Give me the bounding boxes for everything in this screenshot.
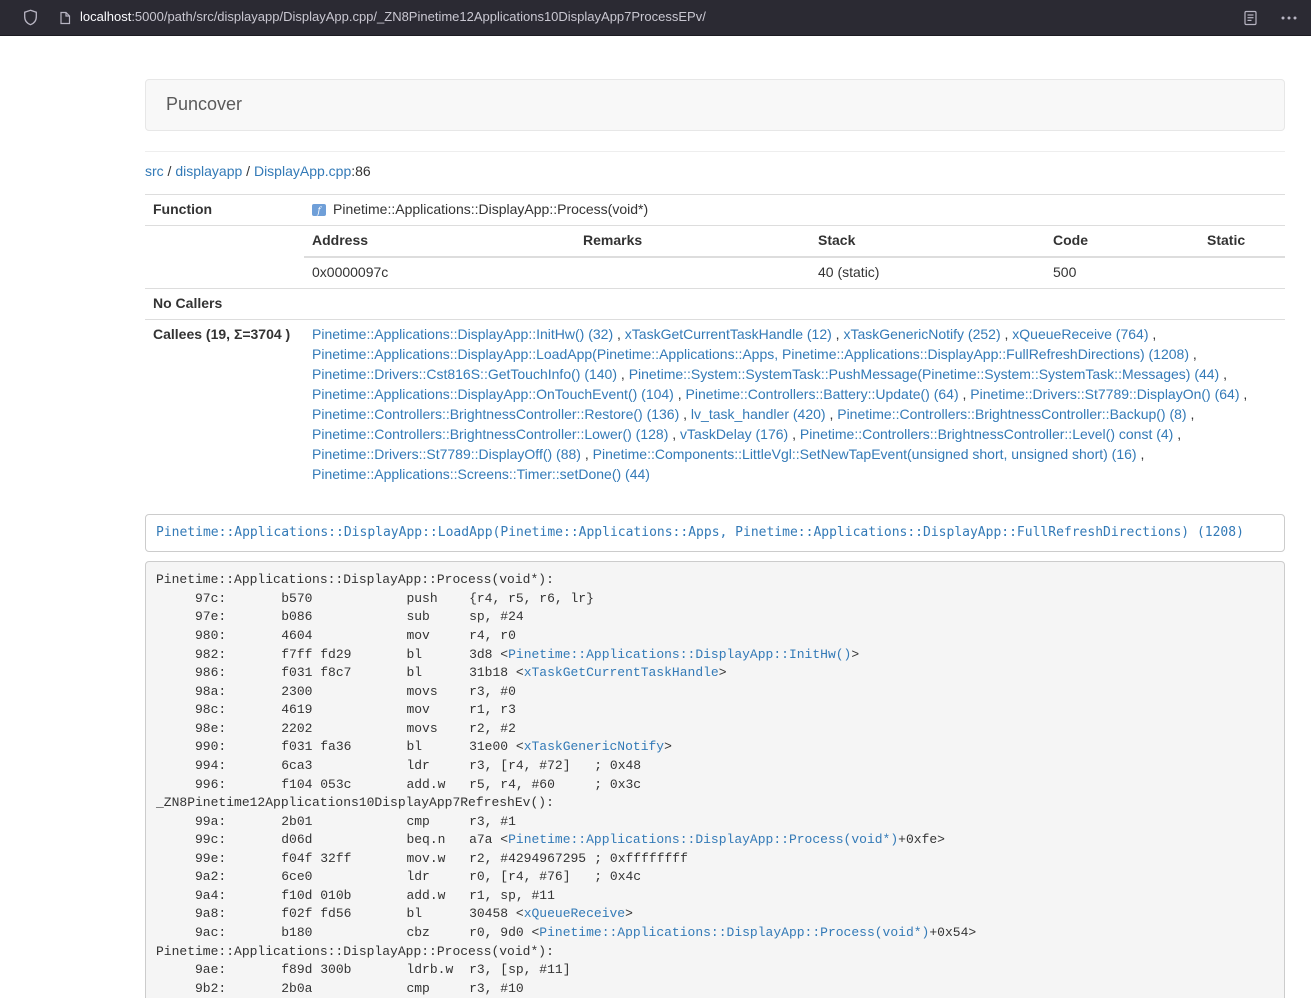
stats-header-row: Address Remarks Stack Code Static [304,226,1285,257]
symbol-link[interactable]: xQueueReceive [524,906,625,921]
callee-link[interactable]: Pinetime::Controllers::Battery::Update()… [686,386,959,402]
no-callers-cell [304,288,1285,319]
browser-toolbar: localhost:5000/path/src/displayapp/Displ… [0,0,1311,36]
function-name: Pinetime::Applications::DisplayApp::Proc… [333,201,648,217]
symbol-link[interactable]: xTaskGetCurrentTaskHandle [524,665,719,680]
callee-link[interactable]: Pinetime::System::SystemTask::PushMessag… [629,366,1220,382]
breadcrumb-link-src[interactable]: src [145,163,164,179]
callee-link[interactable]: Pinetime::Applications::Screens::Timer::… [312,466,650,482]
symbol-link[interactable]: Pinetime::Applications::DisplayApp::Proc… [539,925,929,940]
function-type-icon: f [312,204,326,216]
menu-dots-icon[interactable] [1281,16,1297,20]
url-bar[interactable]: localhost:5000/path/src/displayapp/Displ… [59,8,706,27]
callee-link[interactable]: Pinetime::Drivers::St7789::DisplayOn() (… [970,386,1239,402]
callees-row: Callees (19, Σ=3704 ) Pinetime::Applicat… [145,319,1285,489]
stats-values-row: 0x0000097c 40 (static) 500 [304,257,1285,288]
address-value: 0x0000097c [304,257,575,288]
no-callers-row: No Callers [145,288,1285,319]
callee-link[interactable]: xQueueReceive (764) [1012,326,1148,342]
breadcrumb-link-file[interactable]: DisplayApp.cpp [254,163,351,179]
app-title[interactable]: Puncover [146,92,257,118]
callee-link[interactable]: Pinetime::Components::LittleVgl::SetNewT… [593,446,1137,462]
callee-link[interactable]: xTaskGenericNotify (252) [843,326,1000,342]
shield-icon[interactable] [23,9,38,26]
page-icon [59,11,71,25]
function-row: Function f Pinetime::Applications::Displ… [145,194,1285,225]
static-value [1199,257,1285,288]
symbol-link[interactable]: Pinetime::Applications::DisplayApp::Proc… [508,832,898,847]
column-stack: Stack [810,226,1045,257]
empty-label-cell [145,225,304,288]
callee-link[interactable]: Pinetime::Controllers::BrightnessControl… [800,426,1173,442]
function-table: Function f Pinetime::Applications::Displ… [145,194,1285,490]
callee-link[interactable]: Pinetime::Drivers::Cst816S::GetTouchInfo… [312,366,617,382]
function-label: Function [145,194,304,225]
stack-value: 40 (static) [810,257,1045,288]
callee-link[interactable]: vTaskDelay (176) [680,426,788,442]
breadcrumb-line-number: :86 [351,163,370,179]
stats-row: Address Remarks Stack Code Static 0x0000… [145,225,1285,288]
divider [145,151,1285,152]
callee-link[interactable]: Pinetime::Applications::DisplayApp::Init… [312,326,613,342]
breadcrumb: src / displayapp / DisplayApp.cpp:86 [145,162,1285,182]
breadcrumb-link-displayapp[interactable]: displayapp [175,163,242,179]
stats-table-cell: Address Remarks Stack Code Static 0x0000… [304,225,1285,288]
callee-link[interactable]: Pinetime::Applications::DisplayApp::Load… [312,346,1189,362]
symbol-link[interactable]: Pinetime::Applications::DisplayApp::Init… [508,647,851,662]
column-code: Code [1045,226,1199,257]
selected-symbol-link[interactable]: Pinetime::Applications::DisplayApp::Load… [156,525,1244,540]
column-static: Static [1199,226,1285,257]
function-name-cell: f Pinetime::Applications::DisplayApp::Pr… [304,194,1285,225]
callee-link[interactable]: Pinetime::Drivers::St7789::DisplayOff() … [312,446,581,462]
column-address: Address [304,226,575,257]
callee-link[interactable]: Pinetime::Applications::DisplayApp::OnTo… [312,386,674,402]
no-callers-label: No Callers [145,288,304,319]
code-value: 500 [1045,257,1199,288]
page-content: Puncover src / displayapp / DisplayApp.c… [145,79,1285,998]
callee-link[interactable]: lv_task_handler (420) [691,406,826,422]
app-navbar: Puncover [145,79,1285,131]
callee-link[interactable]: Pinetime::Controllers::BrightnessControl… [837,406,1186,422]
url-host: localhost [80,8,131,27]
callees-list: Pinetime::Applications::DisplayApp::Init… [304,319,1285,489]
breadcrumb-separator: / [164,163,176,179]
callee-link[interactable]: Pinetime::Controllers::BrightnessControl… [312,426,668,442]
toolbar-actions [1243,10,1297,26]
column-remarks: Remarks [575,226,810,257]
callee-link[interactable]: Pinetime::Controllers::BrightnessControl… [312,406,679,422]
callee-link[interactable]: xTaskGetCurrentTaskHandle (12) [625,326,832,342]
stats-table: Address Remarks Stack Code Static 0x0000… [304,226,1285,288]
breadcrumb-separator: / [242,163,254,179]
remarks-value [575,257,810,288]
url-path: :5000/path/src/displayapp/DisplayApp.cpp… [131,8,706,27]
disassembly-box: Pinetime::Applications::DisplayApp::Proc… [145,561,1285,998]
symbol-link[interactable]: xTaskGenericNotify [524,739,664,754]
selected-symbol-box: Pinetime::Applications::DisplayApp::Load… [145,514,1285,553]
reader-view-icon[interactable] [1243,10,1258,26]
disassembly-code: Pinetime::Applications::DisplayApp::Proc… [156,572,976,995]
callees-label: Callees (19, Σ=3704 ) [145,319,304,489]
